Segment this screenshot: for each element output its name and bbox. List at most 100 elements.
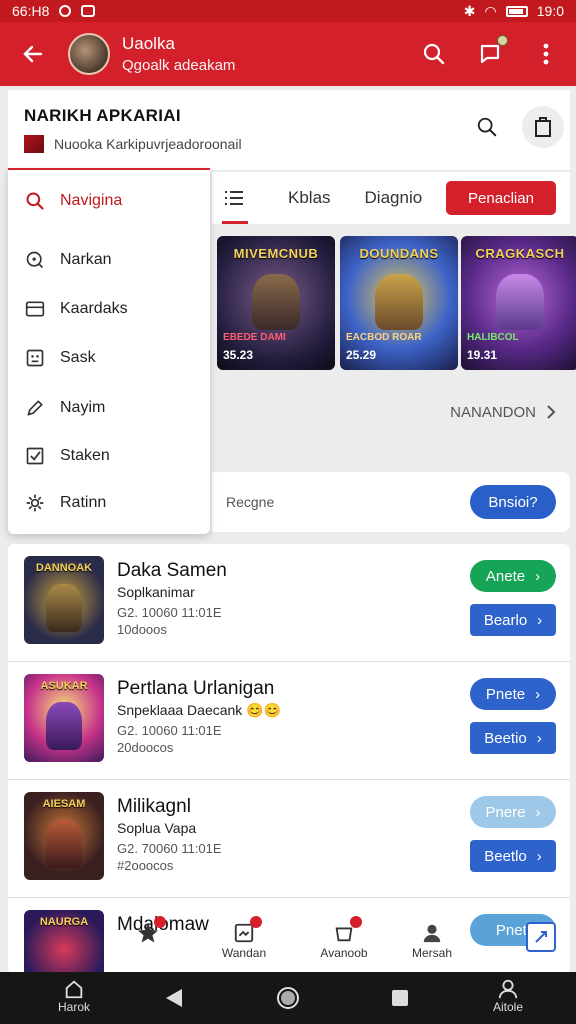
- see-more-link[interactable]: NANANDON: [212, 394, 570, 430]
- game-card[interactable]: CRAGKASCH HALIBCOL 19.31: [461, 236, 576, 370]
- menu-item-staken[interactable]: Staken: [24, 445, 110, 467]
- secondary-action-button[interactable]: Bearlo ›: [470, 604, 556, 636]
- back-arrow-icon[interactable]: [16, 37, 50, 71]
- game-card[interactable]: DOUNDANS EACBOD ROAR 25.29: [340, 236, 458, 370]
- search-row: Recgne Bnsioi?: [212, 472, 570, 532]
- list-thumbnail: AIESAM: [24, 792, 104, 880]
- bluetooth-icon: ✱: [463, 2, 476, 19]
- float-tab-star[interactable]: [118, 916, 178, 972]
- float-tab-label: Wandan: [221, 946, 267, 960]
- list-thumbnail: NAURGA: [24, 910, 104, 974]
- list-view-icon[interactable]: [212, 172, 256, 224]
- status-time: 19:0: [536, 3, 564, 19]
- menu-item-ratinn[interactable]: Ratinn: [24, 492, 106, 514]
- menu-item-label: Staken: [60, 447, 110, 464]
- game-price: 19.31: [467, 348, 498, 362]
- float-tab-wandan[interactable]: Wandan: [214, 916, 274, 972]
- game-art: [252, 274, 300, 330]
- nav-home-button[interactable]: [274, 984, 302, 1012]
- notification-dot: [250, 916, 262, 928]
- nav-account-label: Aitole: [492, 1000, 524, 1014]
- expand-icon[interactable]: [526, 922, 556, 952]
- nav-account[interactable]: Aitole: [476, 978, 540, 1014]
- list-thumbnail: DANNOAK: [24, 556, 104, 644]
- meta-line: #2ooocos: [117, 858, 174, 873]
- circle-home-icon: [277, 987, 299, 1009]
- app-screen: 66:H8 ✱ ◠ 19:0 Uaolka Qgoalk adeakam NAR…: [0, 0, 576, 1024]
- list-item[interactable]: DANNOAK Daka Samen Soplkanimar G2. 10060…: [8, 544, 570, 662]
- see-more-label: NANANDON: [450, 403, 536, 421]
- tab-diagnio[interactable]: Diagnio: [365, 188, 423, 208]
- secondary-action-button[interactable]: Beetlo ›: [470, 840, 556, 872]
- shopping-icon: [330, 916, 362, 946]
- list-item-meta: G2. 10060 11:01E 20doocos: [117, 722, 222, 756]
- chevron-right-icon: ›: [536, 847, 542, 865]
- float-tab-mersah[interactable]: Mersah: [402, 920, 462, 972]
- menu-item-navigina[interactable]: Navigina: [24, 190, 122, 212]
- chat-icon[interactable]: [476, 35, 508, 68]
- thumb-label: AIESAM: [42, 798, 86, 810]
- list-item-subtitle: Soplkanimar: [117, 584, 195, 600]
- list-item-meta: G2. 70060 11:01E #2ooocos: [117, 840, 222, 874]
- float-tab-label: Mersah: [411, 946, 452, 960]
- chevron-right-icon: ›: [536, 729, 542, 747]
- app-list: DANNOAK Daka Samen Soplkanimar G2. 10060…: [8, 544, 570, 974]
- float-tab-label: Avanoob: [320, 946, 368, 960]
- game-art: [496, 274, 544, 330]
- nav-back-button[interactable]: [160, 984, 188, 1012]
- chevron-right-icon: ›: [535, 685, 541, 703]
- pen-icon: [24, 397, 46, 419]
- primary-action-button[interactable]: Anete ›: [470, 560, 556, 592]
- dropdown-menu: Navigina Narkan Kaardaks Sask Nayim Stak…: [8, 168, 210, 534]
- menu-item-sask[interactable]: Sask: [24, 347, 96, 369]
- gear-icon: [24, 492, 46, 514]
- chevron-right-icon: [547, 405, 556, 419]
- notification-dot: [350, 916, 362, 928]
- list-item[interactable]: ASUKAR Pertlana Urlanigan Snpeklaaa Daec…: [8, 662, 570, 780]
- button-label: Beetio: [484, 729, 527, 747]
- menu-item-label: Narkan: [60, 251, 112, 268]
- floating-tab-bar: Wandan Avanoob Mersah: [110, 916, 570, 972]
- menu-item-narkan[interactable]: Narkan: [24, 249, 112, 271]
- list-item[interactable]: AIESAM Milikagnl Soplua Vapa G2. 70060 1…: [8, 780, 570, 898]
- game-card[interactable]: MIVEMCNUB EBEDE DAMI 35.23: [217, 236, 335, 370]
- thumb-label: ASUKAR: [40, 680, 88, 692]
- game-title: CRAGKASCH: [475, 246, 565, 261]
- float-tab-avanoob[interactable]: Avanoob: [314, 916, 374, 972]
- primary-action-button[interactable]: Pnete ›: [470, 678, 556, 710]
- bag-icon[interactable]: [522, 106, 564, 148]
- game-title: MIVEMCNUB: [233, 246, 319, 261]
- more-vert-icon[interactable]: [532, 40, 560, 68]
- avatar[interactable]: [68, 33, 110, 75]
- game-subtitle: EACBOD ROAR: [346, 332, 422, 343]
- thumb-art: [46, 584, 82, 632]
- app-bar: Uaolka Qgoalk adeakam: [0, 22, 576, 86]
- chevron-right-icon: ›: [535, 567, 541, 585]
- nav-home[interactable]: Harok: [42, 978, 106, 1014]
- battery-icon: [505, 5, 528, 17]
- game-subtitle: HALIBCOL: [467, 332, 519, 343]
- tab-kblas[interactable]: Kblas: [288, 188, 331, 208]
- game-grid: MIVEMCNUB EBEDE DAMI 35.23 DOUNDANS EACB…: [212, 228, 576, 376]
- thumb-art: [46, 820, 82, 868]
- search-row-label: Recgne: [226, 494, 275, 510]
- news-icon: [230, 916, 262, 946]
- search-row-button[interactable]: Bnsioi?: [470, 485, 556, 519]
- penaclian-button[interactable]: Penaclian: [446, 181, 556, 215]
- menu-item-kaardaks[interactable]: Kaardaks: [24, 298, 128, 320]
- search-icon: [24, 190, 46, 212]
- checkbox-icon: [24, 445, 46, 467]
- menu-item-nayim[interactable]: Nayim: [24, 397, 105, 419]
- triangle-back-icon: [166, 989, 182, 1007]
- nav-recents-button[interactable]: [386, 984, 414, 1012]
- search-icon[interactable]: [420, 40, 448, 68]
- app-bar-title: Uaolka: [122, 34, 175, 53]
- profile-subtitle: Nuooka Karkipuvrjeadoroonail: [54, 136, 242, 152]
- button-label: Beetlo: [484, 847, 527, 865]
- game-art: [375, 274, 423, 330]
- menu-item-label: Kaardaks: [60, 300, 128, 317]
- search-icon[interactable]: [472, 112, 502, 142]
- camera-icon: [59, 5, 72, 17]
- primary-action-button[interactable]: Pnere ›: [470, 796, 556, 828]
- secondary-action-button[interactable]: Beetio ›: [470, 722, 556, 754]
